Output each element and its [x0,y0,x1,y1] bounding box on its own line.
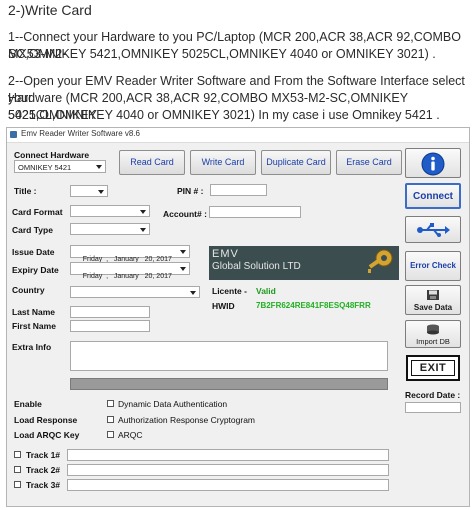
hardware-select-value: OMNIKEY 5421 [18,163,72,172]
window-title: Emv Reader Writer Software v8.6 [21,129,141,138]
issue-date-label: Issue Date [12,247,55,257]
expiry-date-picker[interactable]: Friday , January 20, 2017 [70,262,190,280]
account-label: Account# : [163,209,207,219]
record-date-field[interactable] [405,402,461,413]
emv-banner: EMV Global Solution LTD [209,246,399,280]
title-select[interactable] [70,185,108,197]
read-card-button[interactable]: Read Card [119,150,185,175]
card-type-label: Card Type [12,225,53,235]
key-icon [368,249,393,273]
country-select[interactable] [70,286,200,298]
extra-info-label: Extra Info [12,342,52,352]
arqc-label: ARQC [118,430,143,440]
save-data-label: Save Data [413,303,453,312]
expiry-date-value: Friday , January 20, 2017 [82,273,172,280]
track1-checkbox[interactable] [14,451,21,458]
record-date-label: Record Date : [405,390,461,400]
card-format-select[interactable] [70,205,150,217]
info-icon [421,152,445,176]
auth-response-checkbox[interactable] [107,416,114,423]
section-heading: 2-)Write Card [8,2,92,18]
step1-line2: SC,OMNIKEY 5421,OMNIKEY 5025CL,OMNIKEY 4… [8,47,436,61]
track2-field[interactable] [67,464,389,476]
auth-response-label: Authorization Response Cryptogram [118,415,256,425]
import-db-button[interactable]: Import DB [405,320,461,348]
last-name-field[interactable] [70,306,150,318]
error-check-button[interactable]: Error Check [405,251,461,281]
exit-label: EXIT [411,360,455,376]
chevron-down-icon [140,210,146,214]
card-format-label: Card Format [12,207,63,217]
first-name-field[interactable] [70,320,150,332]
enable-label: Enable [14,399,42,409]
hwid-value: 7B2FR624RE841F8ESQ48FRR [256,301,371,310]
import-db-label: Import DB [416,337,450,346]
card-type-select[interactable] [70,223,150,235]
dynamic-auth-checkbox[interactable] [107,400,114,407]
chevron-down-icon [98,190,104,194]
chevron-down-icon [180,250,186,254]
import-db-icon [427,324,439,335]
track2-checkbox[interactable] [14,466,21,473]
hardware-select[interactable]: OMNIKEY 5421 [14,160,106,173]
usb-button[interactable] [405,216,461,243]
track3-field[interactable] [67,479,389,491]
first-name-label: First Name [12,321,56,331]
licente-label: Licente - [212,286,247,296]
track3-checkbox[interactable] [14,481,21,488]
pin-label: PIN # : [177,186,204,196]
track1-field[interactable] [67,449,389,461]
connect-hardware-label: Connect Hardware [14,150,90,160]
erase-card-button[interactable]: Erase Card [336,150,402,175]
usb-icon [417,223,450,237]
dynamic-auth-label: Dynamic Data Authentication [118,399,228,409]
banner-line2: Global Solution LTD [212,261,301,272]
app-icon [10,131,17,138]
licente-status: Valid [256,286,276,296]
track3-label: Track 3# [26,480,61,490]
arqc-checkbox[interactable] [107,431,114,438]
write-card-button[interactable]: Write Card [190,150,256,175]
save-icon [427,290,439,300]
title-bar: Emv Reader Writer Software v8.6 [7,128,469,143]
banner-line1: EMV [212,248,239,260]
title-label: Title : [14,186,37,196]
info-button[interactable] [405,148,461,178]
issue-date-picker[interactable]: Friday , January 20, 2017 [70,245,190,263]
load-response-label: Load Response [14,415,78,425]
track2-label: Track 2# [26,465,61,475]
pin-field[interactable] [210,184,267,196]
chevron-down-icon [96,165,102,169]
duplicate-card-button[interactable]: Duplicate Card [261,150,331,175]
save-data-button[interactable]: Save Data [405,285,461,315]
country-label: Country [12,285,45,295]
chevron-down-icon [190,291,196,295]
chevron-down-icon [140,228,146,232]
extra-info-textarea[interactable] [70,341,388,371]
account-field[interactable] [209,206,301,218]
progress-bar [70,378,388,390]
last-name-label: Last Name [12,307,55,317]
exit-button[interactable]: EXIT [406,355,460,381]
track1-label: Track 1# [26,450,61,460]
expiry-date-label: Expiry Date [12,265,59,275]
hwid-label: HWID [212,301,235,311]
app-window: Emv Reader Writer Software v8.6 Connect … [6,127,470,507]
connect-button[interactable]: Connect [405,183,461,209]
chevron-down-icon [180,267,186,271]
load-arqc-key-label: Load ARQC Key [14,430,80,440]
step2-line3: 5025CL,OMNIKEY 4040 or OMNIKEY 3021) In … [8,108,440,122]
